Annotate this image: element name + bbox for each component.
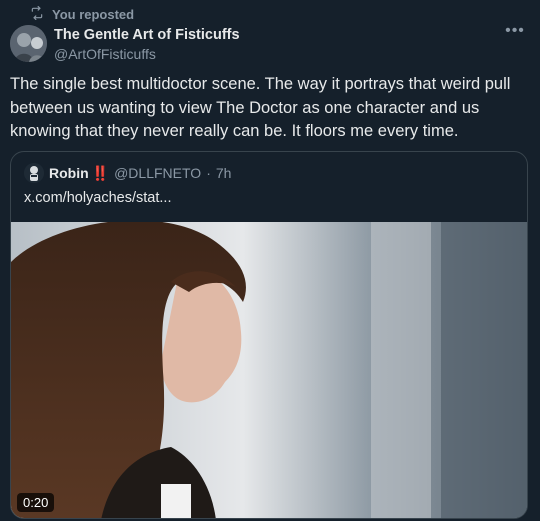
quoted-handle[interactable]: @DLLFNETO [114,165,201,181]
video-player[interactable]: 0:20 [11,222,527,518]
quoted-time[interactable]: 7h [216,165,232,181]
author-handle[interactable]: @ArtOfFisticuffs [54,45,240,63]
quoted-badge: ‼️ [91,164,110,181]
repost-icon [30,5,44,23]
video-duration: 0:20 [17,493,55,512]
repost-label: You reposted [52,6,135,22]
quoted-header: Robin ‼️ @DLLFNETO · 7h [24,163,231,183]
more-options-icon[interactable]: ••• [502,22,528,42]
quoted-post[interactable]: Robin ‼️ @DLLFNETO · 7h x.com/holyaches/… [10,151,528,519]
video-frame [11,222,527,518]
quoted-avatar[interactable] [24,163,44,183]
repost-indicator: You reposted [30,5,134,23]
quoted-name[interactable]: Robin [49,165,89,181]
author-name[interactable]: The Gentle Art of Fisticuffs [54,26,240,44]
quoted-separator: · [206,165,211,181]
post-text: The single best multidoctor scene. The w… [10,75,511,140]
quoted-link[interactable]: x.com/holyaches/stat... [24,190,171,206]
author-avatar[interactable] [10,25,47,62]
author-block[interactable]: The Gentle Art of Fisticuffs @ArtOfFisti… [54,26,240,63]
